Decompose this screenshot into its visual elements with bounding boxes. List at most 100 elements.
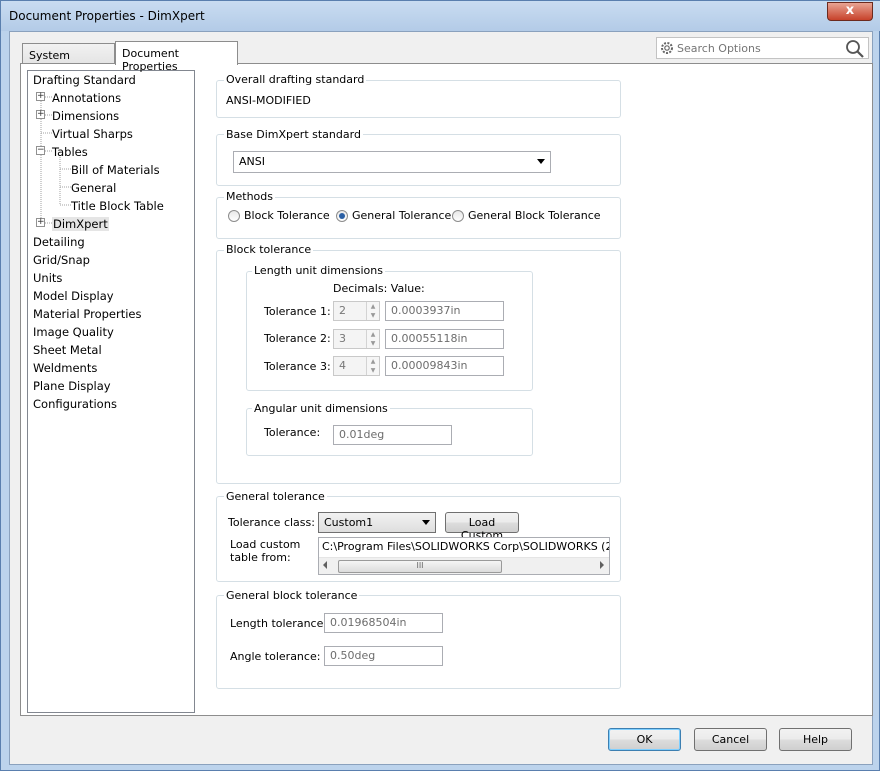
tree-item-drafting-standard[interactable]: Drafting Standard [33,73,136,87]
spin-value: 2 [339,304,346,317]
close-icon: x [845,3,855,18]
tolerance-class-label: Tolerance class: [228,516,315,529]
group-title: Methods [224,190,275,203]
tree-item-weldments[interactable]: Weldments [33,361,97,375]
tree-item-title-block-table[interactable]: Title Block Table [71,199,164,213]
expand-icon[interactable]: + [36,218,45,227]
tree-item-plane-display[interactable]: Plane Display [33,379,111,393]
group-title: General tolerance [224,490,327,503]
load-custom-label-1: Load custom [230,538,301,551]
tree-item-sheet-metal[interactable]: Sheet Metal [33,343,102,357]
button-label: OK [636,733,653,746]
angle-tolerance-value[interactable]: 0.50deg [324,646,443,666]
field-value: 0.50deg [330,649,376,662]
spin-arrows-icon[interactable]: ▲ ▼ [366,302,379,320]
spin-arrows-icon[interactable]: ▲ ▼ [366,330,379,348]
length-tolerance-value[interactable]: 0.01968504in [324,613,443,633]
base-standard-select[interactable]: ANSI [233,151,551,173]
title-bar[interactable]: Document Properties - DimXpert x [1,1,880,31]
tolerance-1-value[interactable]: 0.0003937in [385,301,504,321]
tree-item-detailing[interactable]: Detailing [33,235,85,249]
general-block-tolerance-group [216,595,621,689]
tree-item-grid-snap[interactable]: Grid/Snap [33,253,90,267]
radio-general-block-tolerance[interactable] [452,210,464,222]
tolerance-2-decimals[interactable]: 3 ▲ ▼ [333,329,380,349]
tree-item-virtual-sharps[interactable]: Virtual Sharps [52,127,133,141]
column-headers: Decimals: Value: [333,282,425,295]
tree-item-general[interactable]: General [71,181,116,195]
tree-item-units[interactable]: Units [33,271,62,285]
ok-button[interactable]: OK [608,728,681,751]
tree-item-model-display[interactable]: Model Display [33,289,114,303]
custom-path-field[interactable]: C:\Program Files\SOLIDWORKS Corp\SOLIDWO… [318,537,610,575]
tolerance-2-value[interactable]: 0.00055118in [385,329,504,349]
radio-general-tolerance[interactable] [336,210,348,222]
window-title: Document Properties - DimXpert [9,9,205,23]
tolerance-2-label: Tolerance 2: [264,332,331,345]
tab-document-properties[interactable]: Document Properties [115,41,238,73]
radio-label[interactable]: Block Tolerance [244,209,330,222]
search-input[interactable] [677,40,837,56]
field-value: 0.00009843in [391,359,468,372]
angular-tolerance-value[interactable]: 0.01deg [333,425,452,445]
horizontal-scrollbar[interactable]: III [319,557,609,574]
tolerance-3-decimals[interactable]: 4 ▲ ▼ [333,356,380,376]
tolerance-3-value[interactable]: 0.00009843in [385,356,504,376]
help-button[interactable]: Help [779,728,852,751]
field-value: 0.01968504in [330,616,407,629]
tree-item-tables[interactable]: Tables [52,145,88,159]
field-value: 0.01deg [339,428,385,441]
button-label: Cancel [711,733,750,746]
radio-label[interactable]: General Tolerance [352,209,451,222]
field-value: 0.00055118in [391,332,468,345]
radio-block-tolerance[interactable] [228,210,240,222]
length-tolerance-label: Length tolerance: [230,617,328,630]
spin-arrows-icon[interactable]: ▲ ▼ [366,357,379,375]
collapse-icon[interactable]: − [36,146,45,155]
expand-icon[interactable]: + [36,92,45,101]
tolerance-1-label: Tolerance 1: [264,305,331,318]
expand-icon[interactable]: + [36,110,45,119]
scroll-thumb[interactable]: III [338,560,502,573]
group-title: General block tolerance [224,589,360,602]
dialog-window: Document Properties - DimXpert x System … [0,0,880,771]
tolerance-1-decimals[interactable]: 2 ▲ ▼ [333,301,380,321]
scroll-right-icon[interactable] [600,561,604,569]
group-title: Block tolerance [224,243,314,256]
chevron-down-icon [537,159,545,164]
properties-panel: Drafting Standard + Annotations + Dimens… [20,63,873,716]
select-value: ANSI [239,155,265,168]
radio-label[interactable]: General Block Tolerance [468,209,601,222]
scroll-left-icon[interactable] [323,561,327,569]
tree-item-image-quality[interactable]: Image Quality [33,325,114,339]
tree-item-annotations[interactable]: Annotations [52,91,121,105]
group-title: Base DimXpert standard [224,128,363,141]
gear-icon [661,42,673,54]
options-tree[interactable]: Drafting Standard + Annotations + Dimens… [27,70,195,713]
search-icon[interactable] [845,39,865,59]
tolerance-class-select[interactable]: Custom1 [318,512,436,533]
field-value: 0.0003937in [391,304,461,317]
search-box[interactable] [656,37,869,59]
spin-value: 4 [339,359,346,372]
load-custom-button[interactable]: Load Custom [445,512,519,542]
grip-icon: III [416,561,424,570]
spin-value: 3 [339,332,346,345]
close-button[interactable]: x [827,2,873,21]
chevron-down-icon [422,520,430,525]
tree-item-dimxpert[interactable]: DimXpert [52,217,109,231]
dialog-client: System Options Document Properties [9,31,873,765]
overall-standard-value: ANSI-MODIFIED [226,94,311,107]
angle-tolerance-label: Angle tolerance: [230,650,321,663]
tree-item-material-properties[interactable]: Material Properties [33,307,142,321]
tree-item-configurations[interactable]: Configurations [33,397,117,411]
button-label: Help [802,733,829,746]
tab-system-options[interactable]: System Options [22,43,115,75]
group-title: Angular unit dimensions [252,402,390,415]
cancel-button[interactable]: Cancel [694,728,767,751]
group-title: Length unit dimensions [252,264,385,277]
tree-item-dimensions[interactable]: Dimensions [52,109,119,123]
select-value: Custom1 [324,516,374,529]
tree-item-bill-of-materials[interactable]: Bill of Materials [71,163,160,177]
angular-tolerance-label: Tolerance: [264,426,321,439]
